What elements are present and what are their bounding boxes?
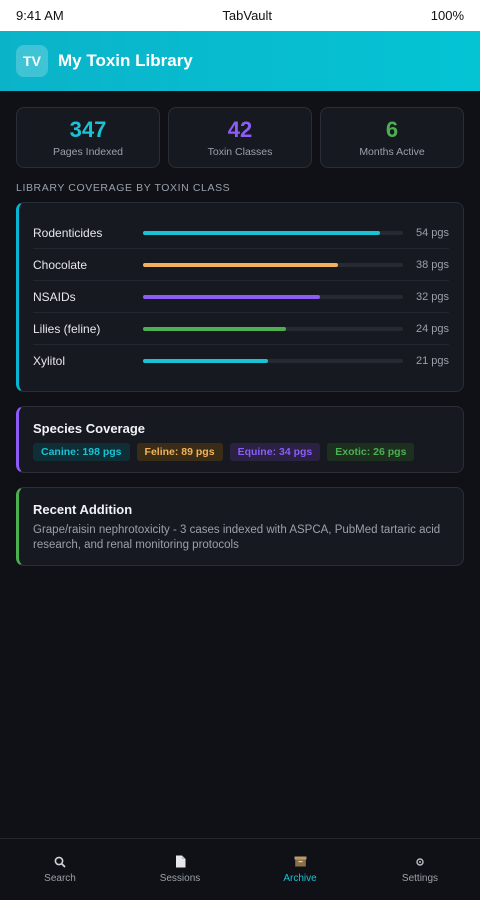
coverage-bar-track [143,359,403,363]
coverage-row-rodenticides[interactable]: Rodenticides 54 pgs [33,217,449,249]
coverage-pages: 38 pgs [415,258,449,271]
coverage-pages: 32 pgs [415,290,449,303]
status-app-name: TabVault [222,8,273,23]
coverage-name: Xylitol [33,354,66,368]
coverage-bar-track [143,294,403,299]
coverage-pages: 54 pgs [415,226,449,239]
status-battery: 100% [430,8,464,23]
nav-item-archive[interactable]: Archive [240,839,360,900]
species-tag-feline[interactable]: Feline: 89 pgs [136,443,223,461]
coverage-card: Rodenticides 54 pgs Chocolate 38 pgs NSA… [16,202,464,392]
nav-item-settings[interactable]: Settings [360,839,480,900]
species-tags: Canine: 198 pgs Feline: 89 pgs Equine: 3… [33,443,449,461]
nav-label: Settings [401,872,439,884]
nav-label: Search [44,872,76,884]
archive-icon [293,856,307,868]
stat-label: Pages Indexed [52,145,124,158]
app-logo: TV [16,45,48,77]
nav-item-search[interactable]: Search [0,839,120,900]
coverage-row-xylitol[interactable]: Xylitol 21 pgs [33,345,449,377]
search-icon [53,856,67,868]
species-tag-equine[interactable]: Equine: 34 pgs [229,443,321,461]
stat-value: 347 [69,116,107,142]
nav-label: Sessions [159,872,201,884]
coverage-section-title: LIBRARY COVERAGE BY TOXIN CLASS [16,182,231,194]
coverage-bar-track [143,262,403,267]
species-tag-canine[interactable]: Canine: 198 pgs [33,443,130,461]
coverage-name: NSAIDs [33,289,76,304]
coverage-name: Rodenticides [33,225,103,240]
nav-item-sessions[interactable]: Sessions [120,839,240,900]
coverage-bar-track [143,326,403,331]
species-coverage-card[interactable]: Species Coverage Canine: 198 pgs Feline:… [16,406,464,473]
coverage-name: Chocolate [33,257,88,272]
status-bar: 9:41 AM TabVault 100% [0,0,480,31]
coverage-bar-fill [143,294,320,299]
document-icon [173,855,187,868]
stat-value: 42 [227,116,253,142]
coverage-bar-fill [143,230,380,235]
coverage-bar-track [143,230,403,235]
stat-value: 6 [385,116,399,142]
coverage-bar-fill [143,262,338,267]
recent-card-title: Recent Addition [33,502,133,517]
stat-label: Toxin Classes [207,145,273,158]
stats-row: 347 Pages Indexed 42 Toxin Classes 6 Mon… [16,107,464,168]
app-header: TV My Toxin Library [0,31,480,91]
coverage-bar-fill [143,359,268,363]
species-tag-exotic[interactable]: Exotic: 26 pgs [327,443,415,461]
bottom-nav: Search Sessions Archive Settings [0,838,480,900]
species-card-title: Species Coverage [33,421,146,436]
coverage-pages: 21 pgs [415,355,449,367]
coverage-bar-fill [143,326,286,331]
gear-icon [413,856,427,868]
page-title: My Toxin Library [58,51,193,70]
coverage-row-chocolate[interactable]: Chocolate 38 pgs [33,249,449,281]
coverage-row-nsaids[interactable]: NSAIDs 32 pgs [33,281,449,313]
stat-pages-indexed[interactable]: 347 Pages Indexed [16,107,160,168]
nav-label: Archive [283,872,317,884]
recent-addition-card[interactable]: Recent Addition Grape/raisin nephrotoxic… [16,487,464,566]
coverage-name: Lilies (feline) [33,321,101,336]
stat-label: Months Active [359,145,425,158]
coverage-pages: 24 pgs [415,322,449,335]
stat-toxin-classes[interactable]: 42 Toxin Classes [168,107,312,168]
coverage-row-lilies[interactable]: Lilies (feline) 24 pgs [33,313,449,345]
stat-months-active[interactable]: 6 Months Active [320,107,464,168]
recent-card-text: Grape/raisin nephrotoxicity - 3 cases in… [33,524,441,551]
status-time: 9:41 AM [16,8,64,23]
main-content: 347 Pages Indexed 42 Toxin Classes 6 Mon… [0,91,480,566]
